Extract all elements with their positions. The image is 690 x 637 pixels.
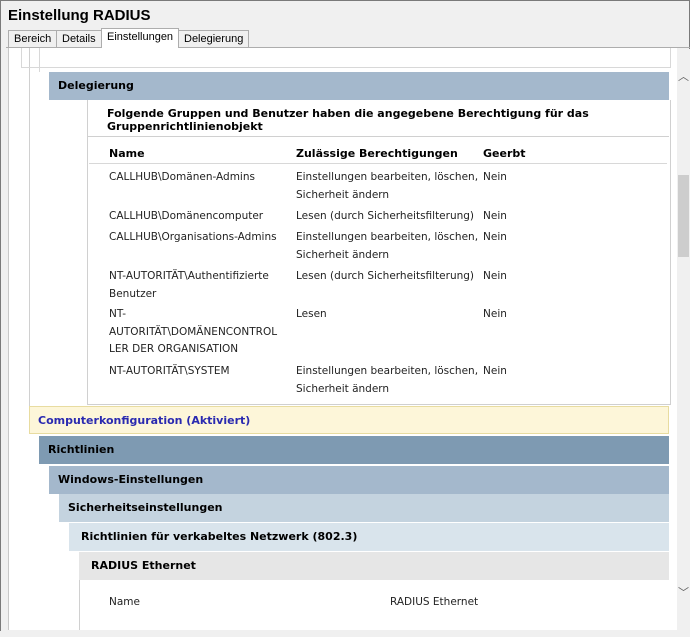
table-cell-permissions: Einstellungen bearbeiten, löschen, Siche… — [296, 171, 479, 201]
table-cell-permissions: Einstellungen bearbeiten, löschen, Siche… — [296, 231, 479, 261]
computer-config-header[interactable]: Computerkonfiguration (Aktiviert) — [29, 406, 669, 434]
column-header-permissions: Zulässige Berechtigungen — [296, 147, 458, 160]
table-cell-name: CALLHUB\Organisations-Admins — [109, 231, 277, 243]
window-bottom-edge — [0, 631, 690, 637]
radius-ethernet-header[interactable]: RADIUS Ethernet — [79, 552, 669, 580]
header-divider — [89, 163, 667, 164]
settings-report[interactable]: Delegierung Folgende Gruppen und Benutze… — [8, 48, 677, 630]
property-label-name: Name — [109, 596, 140, 608]
table-cell-name: NT-AUTORITÄT\SYSTEM — [109, 365, 230, 377]
tab-bereich[interactable]: Bereich — [8, 30, 58, 47]
radius-properties — [79, 580, 670, 630]
column-header-inherited: Geerbt — [483, 147, 526, 160]
previous-section-box — [21, 48, 671, 68]
table-cell-name: NT-AUTORITÄT\Authentifizierte Benutzer — [109, 270, 269, 300]
table-cell-inherited: Nein — [483, 231, 507, 243]
table-cell-name: CALLHUB\Domänencomputer — [109, 210, 264, 222]
window-title: Einstellung RADIUS — [8, 7, 151, 24]
policies-header[interactable]: Richtlinien — [39, 436, 669, 464]
table-cell-name: CALLHUB\Domänen-Admins — [109, 171, 255, 183]
table-cell-permissions: Lesen — [296, 308, 327, 320]
tab-einstellungen[interactable]: Einstellungen — [101, 28, 180, 48]
divider — [87, 136, 669, 137]
security-settings-header[interactable]: Sicherheitseinstellungen — [59, 494, 669, 522]
scroll-thumb[interactable] — [678, 175, 689, 257]
table-cell-permissions: Lesen (durch Sicherheitsfilterung) — [296, 270, 475, 282]
table-cell-permissions: Lesen (durch Sicherheitsfilterung) — [296, 210, 475, 222]
table-cell-permissions: Einstellungen bearbeiten, löschen, Siche… — [296, 365, 479, 395]
windows-settings-header[interactable]: Windows-Einstellungen — [49, 466, 669, 494]
scroll-down-icon[interactable]: ﹀ — [677, 585, 690, 601]
table-cell-name: NT- AUTORITÄT\DOMÄNENCONTROL LER DER ORG… — [109, 308, 278, 355]
tree-guide-line — [29, 48, 30, 408]
column-header-name: Name — [109, 147, 145, 160]
table-cell-inherited: Nein — [483, 171, 507, 183]
table-cell-inherited: Nein — [483, 365, 507, 377]
table-cell-inherited: Nein — [483, 270, 507, 282]
vertical-scrollbar[interactable]: ︿ ﹀ — [677, 49, 690, 631]
scroll-up-icon[interactable]: ︿ — [677, 69, 690, 85]
property-value-name: RADIUS Ethernet — [390, 596, 479, 608]
delegation-description: Folgende Gruppen und Benutzer haben die … — [107, 107, 589, 133]
tab-delegierung[interactable]: Delegierung — [178, 30, 250, 47]
wired-network-policies-header[interactable]: Richtlinien für verkabeltes Netzwerk (80… — [69, 523, 669, 551]
delegation-header[interactable]: Delegierung — [49, 72, 669, 100]
tab-details[interactable]: Details — [56, 30, 102, 47]
table-cell-inherited: Nein — [483, 308, 507, 320]
table-cell-inherited: Nein — [483, 210, 507, 222]
